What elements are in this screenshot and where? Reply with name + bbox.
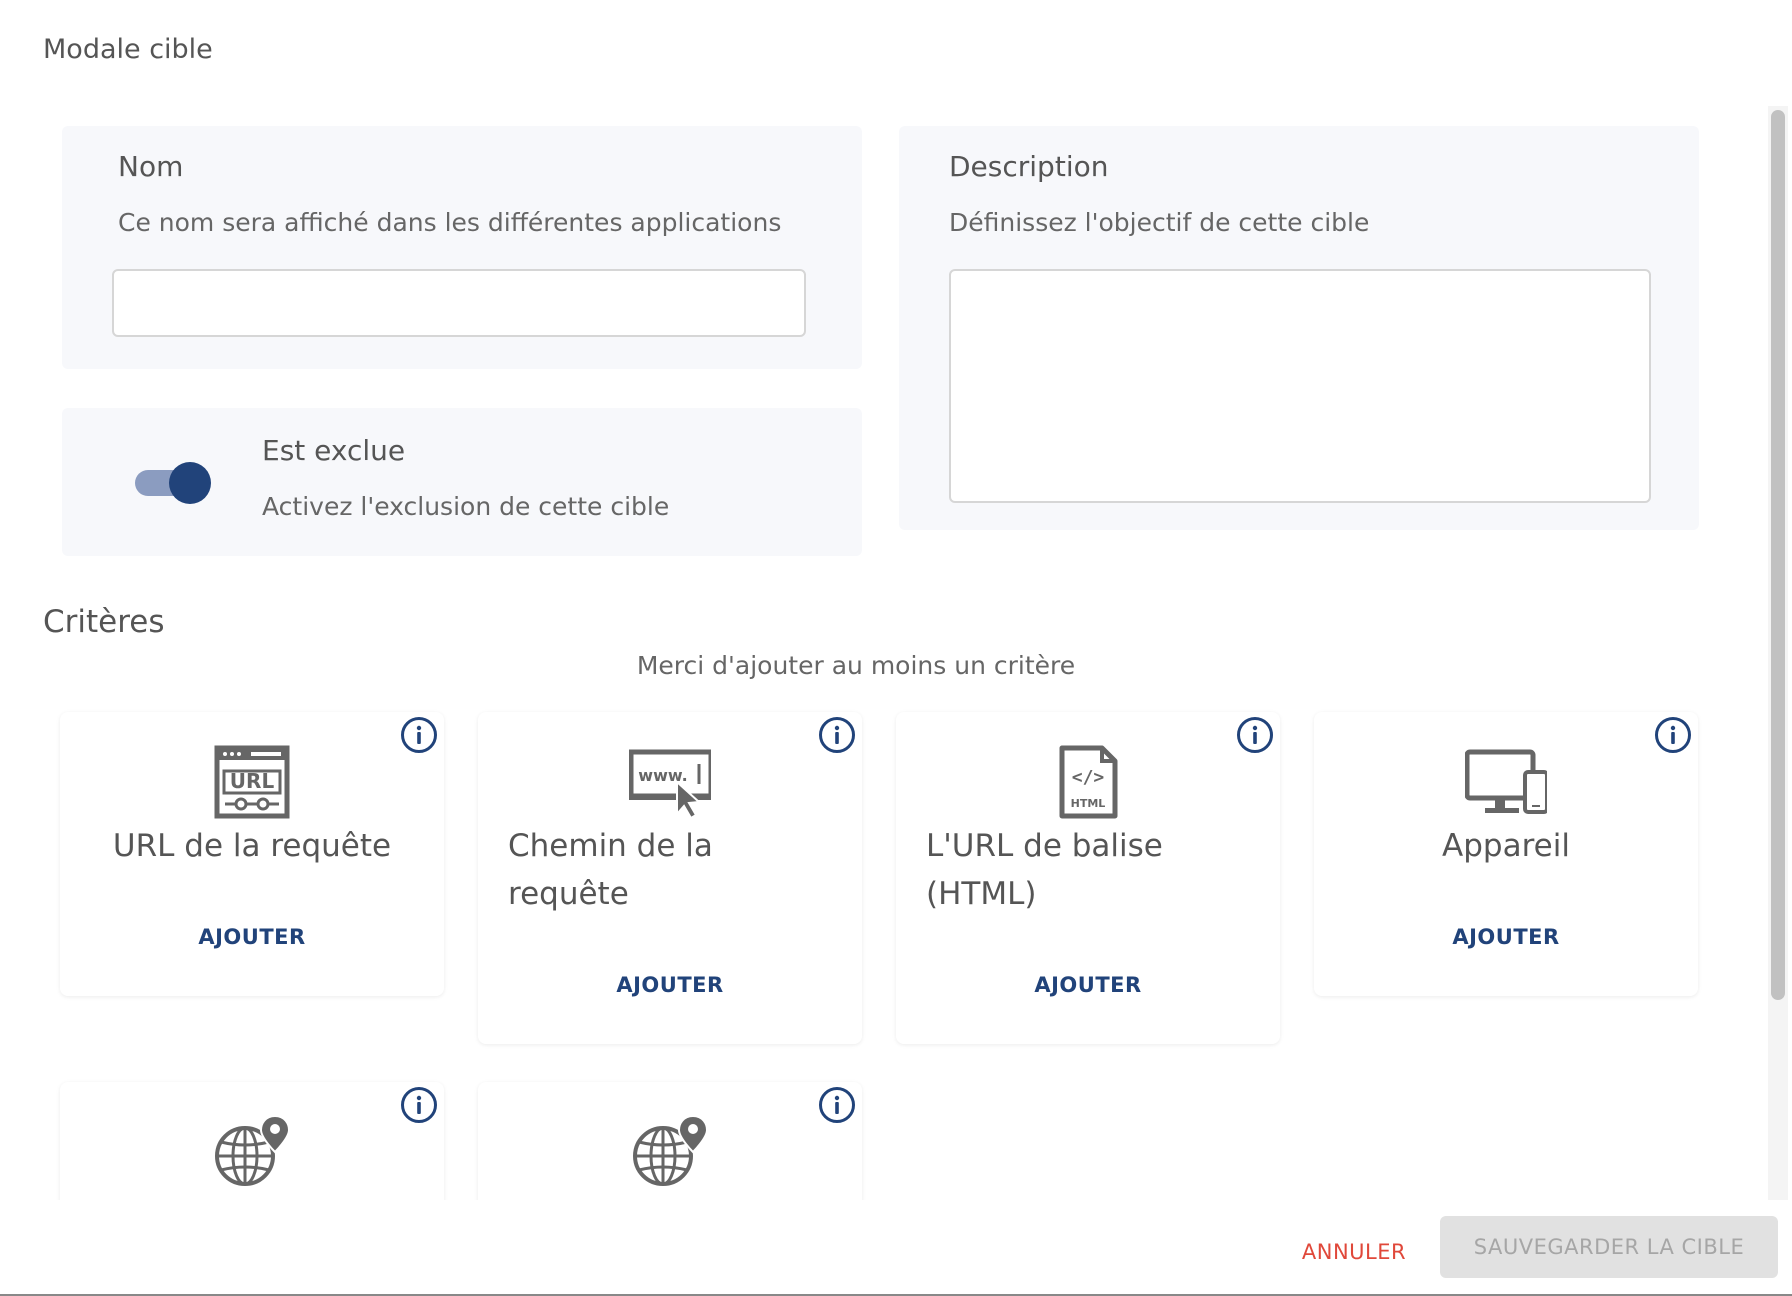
add-request-url-button[interactable]: AJOUTER bbox=[60, 924, 444, 950]
exclusion-heading: Est exclue bbox=[262, 434, 406, 467]
info-icon[interactable] bbox=[1654, 716, 1692, 754]
add-tag-url-button[interactable]: AJOUTER bbox=[896, 972, 1280, 998]
name-heading: Nom bbox=[118, 150, 184, 183]
description-textarea[interactable] bbox=[949, 269, 1651, 503]
criterion-card-device: Appareil AJOUTER bbox=[1314, 712, 1698, 996]
criterion-label: Chemin de la requête bbox=[508, 828, 713, 912]
description-panel: Description Définissez l'objectif de cet… bbox=[899, 126, 1699, 530]
criteria-hint: Merci d'ajouter au moins un critère bbox=[636, 651, 1076, 680]
svg-text:URL: URL bbox=[230, 769, 275, 793]
target-modal: Modale cible Nom Ce nom sera affiché dan… bbox=[0, 0, 1792, 1296]
toggle-knob bbox=[169, 462, 211, 504]
devices-icon bbox=[1464, 744, 1549, 820]
exclusion-toggle[interactable] bbox=[135, 460, 211, 504]
criteria-title: Critères bbox=[43, 604, 165, 640]
svg-text:HTML: HTML bbox=[1071, 797, 1106, 810]
info-icon[interactable] bbox=[818, 716, 856, 754]
criterion-label: L'URL de balise (HTML) bbox=[926, 828, 1163, 912]
info-icon[interactable] bbox=[400, 1086, 438, 1124]
criterion-label: Appareil bbox=[1442, 828, 1570, 864]
html-file-icon: </> HTML bbox=[1047, 744, 1129, 820]
url-browser-icon: URL bbox=[211, 744, 293, 820]
criterion-card-geo-2 bbox=[478, 1082, 862, 1200]
exclusion-panel: Est exclue Activez l'exclusion de cette … bbox=[62, 408, 862, 556]
save-target-button[interactable]: SAUVEGARDER LA CIBLE bbox=[1440, 1216, 1778, 1278]
exclusion-subtitle: Activez l'exclusion de cette cible bbox=[262, 492, 670, 521]
cancel-button[interactable]: ANNULER bbox=[1286, 1228, 1422, 1276]
globe-pin-icon bbox=[629, 1114, 711, 1190]
modal-scroll-area[interactable]: Nom Ce nom sera affiché dans les différe… bbox=[0, 106, 1764, 1200]
name-subtitle: Ce nom sera affiché dans les différentes… bbox=[118, 208, 782, 237]
description-subtitle: Définissez l'objectif de cette cible bbox=[949, 208, 1370, 237]
description-heading: Description bbox=[949, 150, 1109, 183]
add-request-path-button[interactable]: AJOUTER bbox=[478, 972, 862, 998]
criterion-label: URL de la requête bbox=[112, 828, 392, 864]
info-icon[interactable] bbox=[818, 1086, 856, 1124]
www-cursor-icon: www. bbox=[628, 744, 714, 820]
criterion-card-tag-url: </> HTML L'URL de balise (HTML) AJOUTER bbox=[896, 712, 1280, 1044]
globe-pin-icon bbox=[211, 1114, 293, 1190]
criterion-card-request-path: www. Chemin de la requête AJOUTER bbox=[478, 712, 862, 1044]
criterion-card-geo-1 bbox=[60, 1082, 444, 1200]
info-icon[interactable] bbox=[1236, 716, 1274, 754]
scrollbar-thumb[interactable] bbox=[1771, 110, 1785, 1000]
svg-text:www.: www. bbox=[638, 766, 687, 785]
vertical-scrollbar[interactable] bbox=[1768, 106, 1788, 1200]
criterion-card-request-url: URL URL de la requête AJOUTER bbox=[60, 712, 444, 996]
svg-text:</>: </> bbox=[1072, 767, 1105, 788]
name-panel: Nom Ce nom sera affiché dans les différe… bbox=[62, 126, 862, 369]
info-icon[interactable] bbox=[400, 716, 438, 754]
name-input[interactable] bbox=[112, 269, 806, 337]
modal-title: Modale cible bbox=[43, 34, 213, 65]
modal-footer: ANNULER SAUVEGARDER LA CIBLE bbox=[0, 1200, 1792, 1296]
add-device-button[interactable]: AJOUTER bbox=[1314, 924, 1698, 950]
